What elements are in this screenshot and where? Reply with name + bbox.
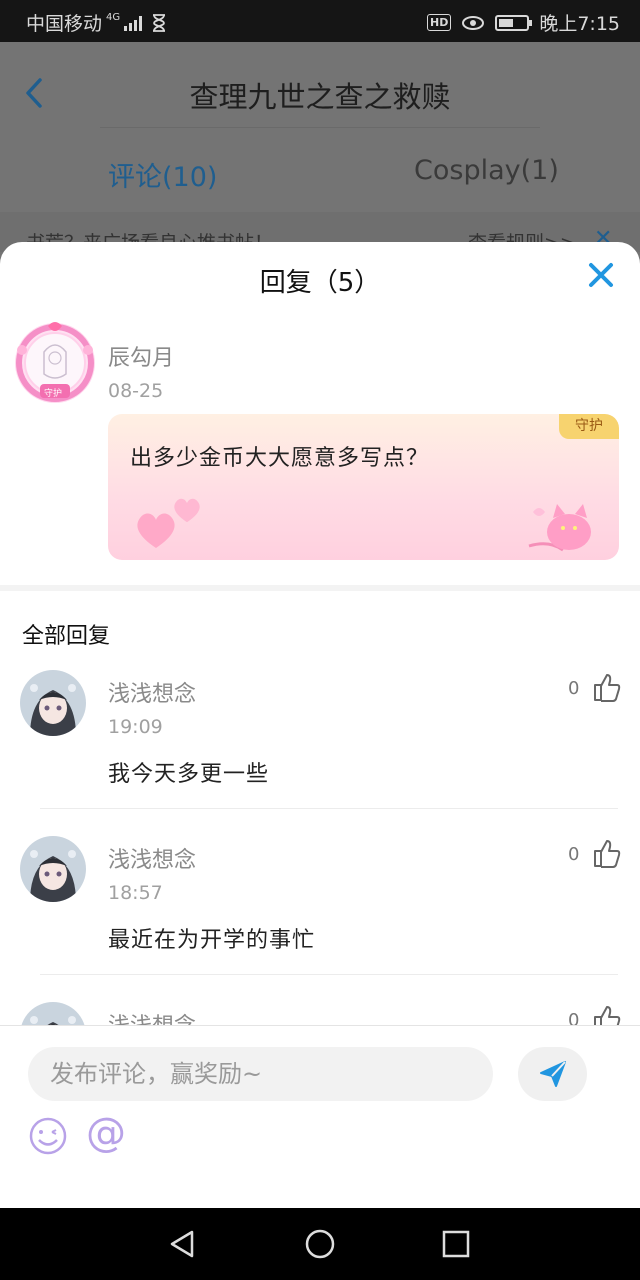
comment-input[interactable] — [28, 1047, 493, 1101]
send-icon — [540, 1061, 566, 1087]
carrier-label: 中国移动 — [26, 13, 103, 35]
guardian-badge: 守护 — [559, 414, 619, 439]
avatar-frame[interactable]: 守护 — [10, 318, 100, 408]
emoji-icon[interactable] — [28, 1116, 68, 1156]
like-count: 0 — [568, 844, 580, 865]
at-icon[interactable]: @ — [86, 1111, 126, 1155]
reply-item: 浅浅想念 19:09 我今天多更一些 0 — [0, 670, 640, 835]
tab-comments[interactable]: 评论(10) — [108, 155, 217, 194]
reply-text: 最近在为开学的事忙 — [108, 928, 316, 953]
reply-time: 18:57 — [108, 882, 163, 904]
hourglass-icon — [153, 13, 166, 32]
reply-time: 19:09 — [108, 716, 163, 738]
comment-text: 出多少金币大大愿意多写点？ — [130, 446, 430, 471]
heart-icon — [174, 498, 200, 523]
battery-icon — [495, 14, 533, 31]
avatar[interactable] — [20, 836, 86, 902]
network-type: 4G — [106, 11, 121, 23]
eye-icon — [462, 15, 485, 30]
clock: 晚上7:15 — [539, 13, 620, 35]
divider — [40, 974, 618, 975]
page-title: 查理九世之查之救赎 — [189, 80, 451, 114]
reply-text: 我今天多更一些 — [108, 762, 270, 787]
system-nav-bar — [0, 1208, 640, 1280]
hd-icon: HD — [426, 14, 452, 31]
reply-item: 浅浅想念 18:57 最近在为开学的事忙 0 — [0, 836, 640, 1001]
nav-home-icon[interactable] — [304, 1228, 336, 1260]
tab-cosplay[interactable]: Cosplay(1) — [414, 155, 559, 186]
comment-author[interactable]: 辰勾月 — [108, 340, 174, 372]
nav-back-icon[interactable] — [166, 1228, 198, 1260]
thumbs-up-icon[interactable] — [592, 838, 622, 868]
reply-author[interactable]: 浅浅想念 — [108, 676, 196, 708]
frame-label: 守护 — [44, 389, 63, 399]
all-replies-title: 全部回复 — [22, 624, 111, 649]
comment-composer: @ — [0, 1025, 640, 1208]
status-bar: 中国移动 4G HD 晚上7:15 — [0, 0, 640, 42]
cat-icon — [528, 504, 591, 552]
comment-bubble: 守护 出多少金币大大愿意多写点？ — [108, 414, 619, 560]
close-icon[interactable] — [586, 260, 616, 290]
nav-recents-icon[interactable] — [440, 1228, 472, 1260]
sheet-title: 回复（5） — [259, 268, 381, 298]
like-count: 0 — [568, 678, 580, 699]
avatar[interactable] — [20, 670, 86, 736]
divider — [40, 808, 618, 809]
divider — [100, 127, 540, 128]
send-button[interactable] — [518, 1047, 587, 1101]
thumbs-up-icon[interactable] — [592, 672, 622, 702]
section-separator — [0, 585, 640, 591]
signal-icon — [124, 15, 143, 31]
comment-date: 08-25 — [108, 380, 164, 402]
reply-author[interactable]: 浅浅想念 — [108, 842, 196, 874]
